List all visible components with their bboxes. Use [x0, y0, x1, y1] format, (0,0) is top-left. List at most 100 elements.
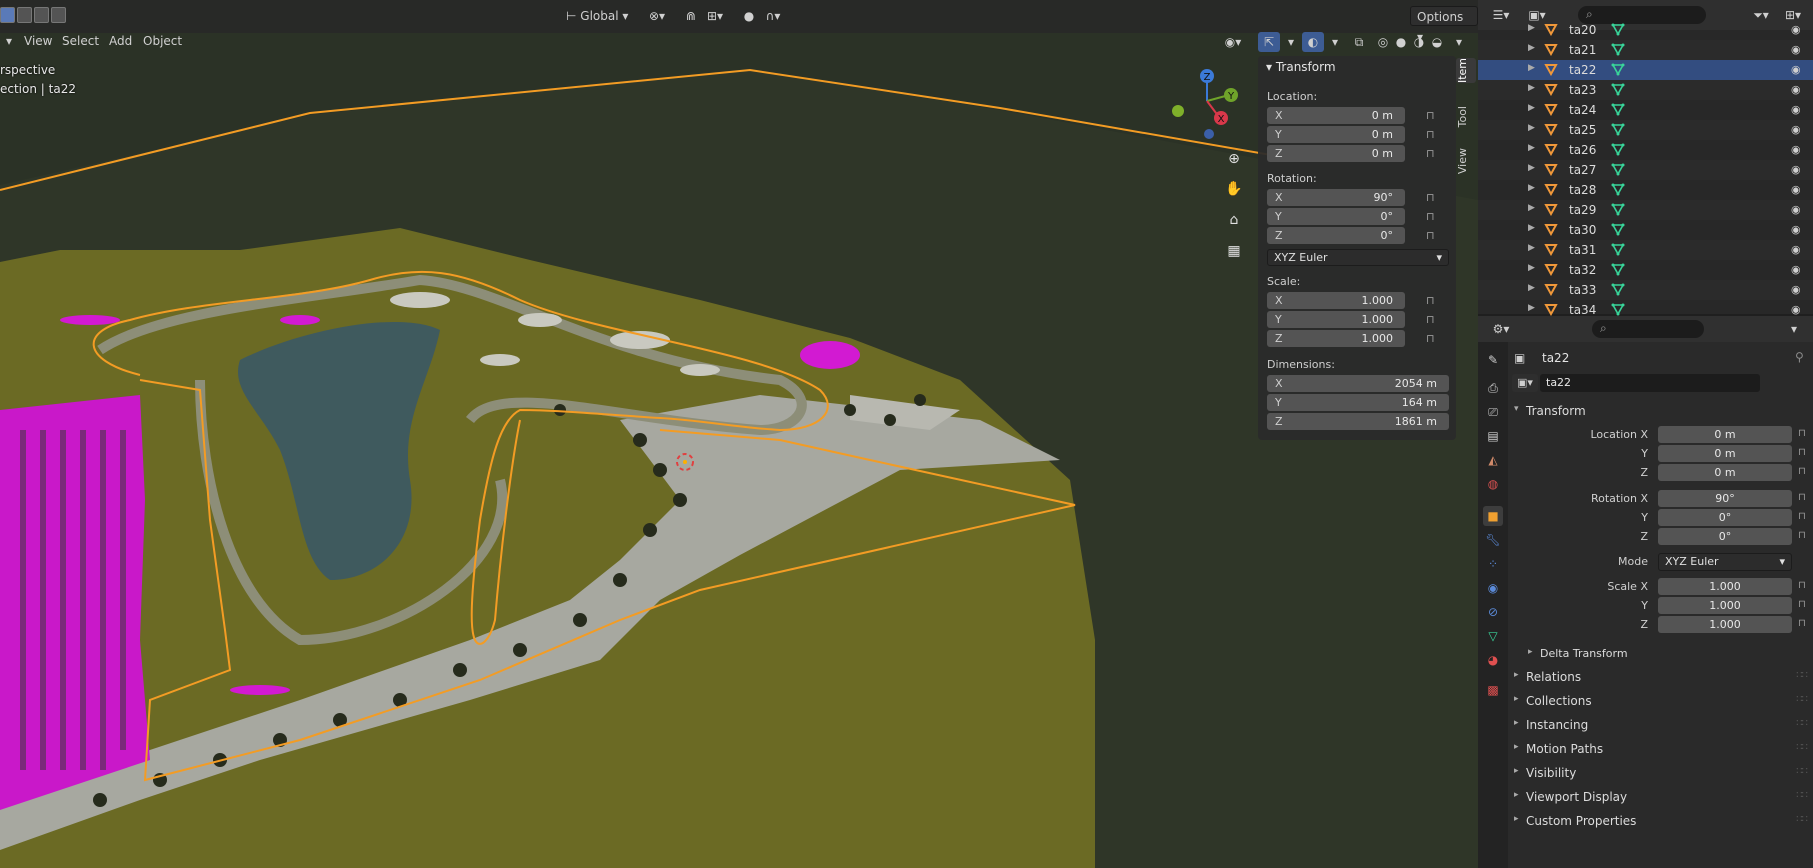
- outliner-row[interactable]: ▶ ta30 ◉: [1478, 220, 1813, 240]
- select-extend-icon[interactable]: [17, 7, 32, 23]
- snap-target-icon[interactable]: ⊞▾: [704, 6, 726, 26]
- eye-icon[interactable]: ◉: [1791, 183, 1801, 196]
- options-dropdown[interactable]: Options ▾: [1410, 6, 1478, 44]
- object-tab-icon[interactable]: ■: [1483, 506, 1503, 526]
- chevron-down-icon[interactable]: ▾: [1280, 32, 1302, 52]
- lock-icon[interactable]: ⊓: [1426, 229, 1440, 242]
- outliner-row[interactable]: ▶ ta29 ◉: [1478, 200, 1813, 220]
- dimensions-z-field[interactable]: Z 1861 m: [1267, 413, 1449, 430]
- material-tab-icon[interactable]: ◕: [1483, 650, 1503, 670]
- mesh-data-icon[interactable]: [1611, 42, 1625, 56]
- eye-icon[interactable]: ◉: [1791, 223, 1801, 236]
- mesh-data-icon[interactable]: [1611, 162, 1625, 176]
- world-tab-icon[interactable]: ◍: [1483, 474, 1503, 494]
- location-x-field[interactable]: 0 m: [1658, 426, 1792, 443]
- lock-icon[interactable]: ⊓: [1798, 447, 1806, 458]
- chevron-right-icon[interactable]: ▶: [1528, 23, 1535, 33]
- particles-tab-icon[interactable]: ⁘: [1483, 554, 1503, 574]
- scale-y-field[interactable]: 1.000: [1658, 597, 1792, 614]
- rotation-y-field[interactable]: Y 0°: [1267, 208, 1405, 225]
- chevron-right-icon[interactable]: ▶: [1528, 183, 1535, 193]
- gizmo-toggle-icon[interactable]: ⇱: [1258, 32, 1280, 52]
- drag-grip-icon[interactable]: ∷∷: [1796, 742, 1808, 753]
- rotation-z-field[interactable]: Z 0°: [1267, 227, 1405, 244]
- scene-tab-icon[interactable]: ◭: [1483, 450, 1503, 470]
- chevron-right-icon[interactable]: ▶: [1528, 223, 1535, 233]
- perspective-grid-icon[interactable]: ▦: [1222, 239, 1246, 263]
- drag-grip-icon[interactable]: ∷∷: [1796, 790, 1808, 801]
- pan-hand-icon[interactable]: ✋: [1222, 177, 1246, 201]
- chevron-down-icon[interactable]: ▾: [1448, 32, 1470, 52]
- mesh-data-icon[interactable]: [1611, 202, 1625, 216]
- mesh-data-icon[interactable]: [1611, 122, 1625, 136]
- pivot-point-icon[interactable]: ⊗▾: [646, 6, 668, 26]
- chevron-right-icon[interactable]: ▶: [1528, 43, 1535, 53]
- mesh-data-icon[interactable]: [1611, 102, 1625, 116]
- navigation-gizmo[interactable]: Z Y X: [1165, 66, 1245, 146]
- chevron-right-icon[interactable]: ▶: [1528, 203, 1535, 213]
- eye-icon[interactable]: ◉: [1791, 263, 1801, 276]
- dimensions-x-field[interactable]: X 2054 m: [1267, 375, 1449, 392]
- scale-x-field[interactable]: 1.000: [1658, 578, 1792, 595]
- select-new-icon[interactable]: [0, 7, 15, 23]
- proportional-editing-icon[interactable]: ●: [738, 6, 760, 26]
- pin-icon[interactable]: ⚲: [1795, 350, 1804, 364]
- properties-search-input[interactable]: ⌕: [1592, 320, 1704, 338]
- gizmo-neg-y-axis[interactable]: [1172, 105, 1184, 117]
- rendered-shading-icon[interactable]: ◒: [1426, 32, 1448, 52]
- chevron-right-icon[interactable]: ▶: [1528, 63, 1535, 73]
- chevron-right-icon[interactable]: ▶: [1528, 243, 1535, 253]
- outliner-row[interactable]: ▶ ta20 ◉: [1478, 20, 1813, 40]
- select-subtract-icon[interactable]: [34, 7, 49, 23]
- eye-icon[interactable]: ◉: [1791, 63, 1801, 76]
- eye-icon[interactable]: ◉: [1791, 43, 1801, 56]
- outliner-row[interactable]: ▶ ta24 ◉: [1478, 100, 1813, 120]
- properties-panel-header[interactable]: ▸ Visibility ∷∷: [1508, 762, 1813, 784]
- properties-panel-header[interactable]: ▸ Relations ∷∷: [1508, 666, 1813, 688]
- eye-icon[interactable]: ◉: [1791, 203, 1801, 216]
- dimensions-y-field[interactable]: Y 164 m: [1267, 394, 1449, 411]
- properties-panel-header[interactable]: ▸ Custom Properties ∷∷: [1508, 810, 1813, 832]
- outliner-row[interactable]: ▶ ta26 ◉: [1478, 140, 1813, 160]
- mesh-data-icon[interactable]: [1611, 302, 1625, 316]
- delta-transform-subpanel[interactable]: ▸ Delta Transform: [1522, 643, 1813, 665]
- chevron-right-icon[interactable]: ▶: [1528, 103, 1535, 113]
- mesh-data-icon[interactable]: [1611, 282, 1625, 296]
- drag-grip-icon[interactable]: ∷∷: [1796, 694, 1808, 705]
- menu-select[interactable]: Select: [56, 31, 105, 51]
- zoom-icon[interactable]: ⊕: [1222, 147, 1246, 171]
- lock-icon[interactable]: ⊓: [1798, 580, 1806, 591]
- physics-tab-icon[interactable]: ◉: [1483, 578, 1503, 598]
- mesh-data-icon[interactable]: [1611, 22, 1625, 36]
- falloff-curve-icon[interactable]: ∩▾: [762, 6, 784, 26]
- snap-magnet-icon[interactable]: ⋒: [680, 6, 702, 26]
- rotation-mode-dropdown[interactable]: XYZ Euler ▾: [1658, 553, 1792, 571]
- scene-render[interactable]: [0, 0, 1478, 868]
- menu-add[interactable]: Add: [103, 31, 138, 51]
- lock-icon[interactable]: ⊓: [1426, 313, 1440, 326]
- lock-icon[interactable]: ⊓: [1798, 511, 1806, 522]
- mesh-data-icon[interactable]: [1611, 222, 1625, 236]
- scale-z-field[interactable]: Z 1.000: [1267, 330, 1405, 347]
- chevron-right-icon[interactable]: ▶: [1528, 283, 1535, 293]
- lock-icon[interactable]: ⊓: [1798, 466, 1806, 477]
- editor-type-chevron-icon[interactable]: ▾: [0, 31, 18, 51]
- outliner-row[interactable]: ▶ ta23 ◉: [1478, 80, 1813, 100]
- scale-y-field[interactable]: Y 1.000: [1267, 311, 1405, 328]
- chevron-right-icon[interactable]: ▶: [1528, 123, 1535, 133]
- camera-view-icon[interactable]: ⌂: [1222, 208, 1246, 232]
- location-z-field[interactable]: Z0 m: [1267, 145, 1405, 162]
- outliner-row[interactable]: ▶ ta32 ◉: [1478, 260, 1813, 280]
- drag-grip-icon[interactable]: ∷∷: [1796, 718, 1808, 729]
- location-y-field[interactable]: 0 m: [1658, 445, 1792, 462]
- chevron-right-icon[interactable]: ▶: [1528, 263, 1535, 273]
- select-invert-icon[interactable]: [51, 7, 66, 23]
- tab-tool[interactable]: Tool: [1456, 106, 1476, 127]
- outliner-row[interactable]: ▶ ta28 ◉: [1478, 180, 1813, 200]
- outliner-row[interactable]: ▶ ta33 ◉: [1478, 280, 1813, 300]
- chevron-down-icon[interactable]: ▾: [1783, 319, 1805, 339]
- mesh-data-icon[interactable]: [1611, 62, 1625, 76]
- rotation-x-field[interactable]: X 90°: [1267, 189, 1405, 206]
- overlays-icon[interactable]: ◐: [1302, 32, 1324, 52]
- rotation-mode-dropdown[interactable]: XYZ Euler ▾: [1267, 249, 1449, 266]
